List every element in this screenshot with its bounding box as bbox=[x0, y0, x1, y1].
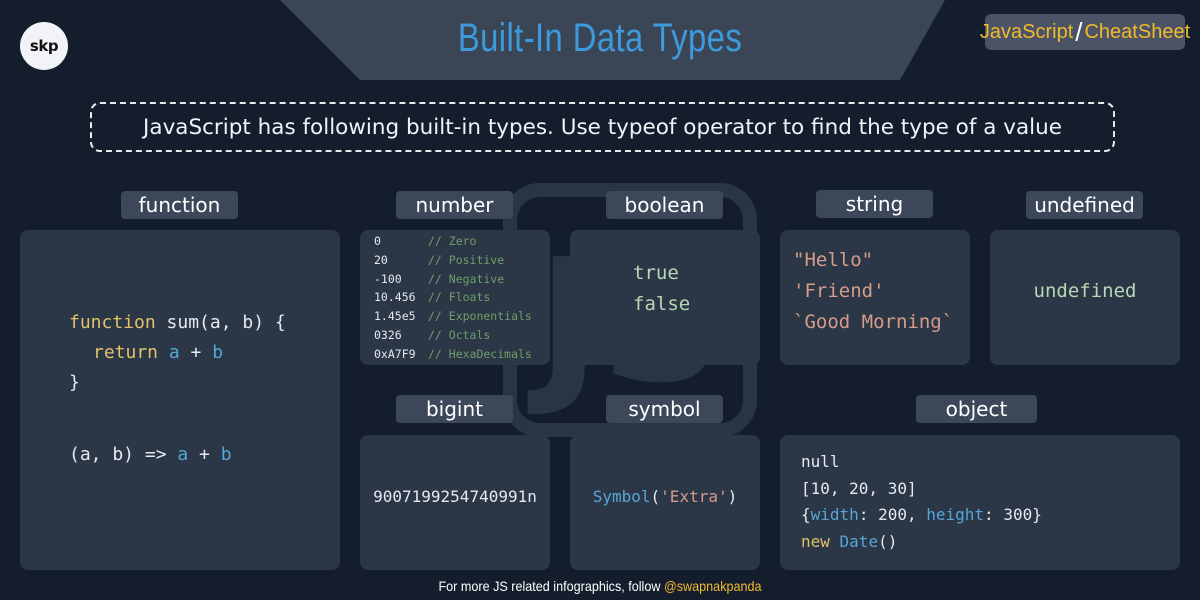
string-double-quote: "Hello" bbox=[793, 249, 874, 271]
object-array: [10, 20, 30] bbox=[801, 478, 917, 498]
badge-separator: / bbox=[1075, 16, 1083, 47]
arrow-var-b: b bbox=[220, 444, 232, 465]
symbol-card: Symbol('Extra') bbox=[570, 435, 760, 570]
date-fn: Date bbox=[829, 531, 879, 551]
number-comment: // Positive bbox=[428, 252, 505, 267]
date-call: () bbox=[878, 531, 898, 551]
number-list: 0 // Zero 20 // Positive -100 // Negative 10.4… bbox=[374, 232, 532, 364]
undefined-card: undefined bbox=[990, 230, 1180, 365]
number-comment: // Exponentials bbox=[428, 309, 532, 324]
number-comment: // Floats bbox=[428, 290, 491, 305]
number-row: 1.45e5 // Exponentials bbox=[374, 307, 532, 326]
number-value: 1.45e5 bbox=[374, 309, 416, 324]
undefined-value: undefined bbox=[1033, 280, 1137, 302]
string-card: "Hello" 'Friend' `Good Morning` bbox=[780, 230, 970, 365]
number-card: 0 // Zero 20 // Positive -100 // Negative 10.4… bbox=[360, 230, 550, 365]
label-function: function bbox=[121, 191, 238, 219]
page-title: Built-In Data Types bbox=[457, 16, 743, 60]
function-card: function sum(a, b) { return a + b } (a, … bbox=[20, 230, 340, 570]
arrow-args: (a, b) => bbox=[69, 444, 178, 465]
number-row: 10.456 // Floats bbox=[374, 288, 532, 307]
number-value: 0 bbox=[374, 234, 381, 248]
symbol-close: ) bbox=[727, 487, 738, 506]
bigint-card: 9007199254740991n bbox=[360, 435, 550, 570]
cheatsheet-badge: JavaScript / CheatSheet bbox=[980, 14, 1190, 50]
number-value: 20 bbox=[374, 252, 388, 267]
logo: skp bbox=[20, 22, 68, 70]
number-comment: // HexaDecimals bbox=[428, 346, 532, 361]
boolean-true: true bbox=[633, 262, 679, 284]
arrow-var-a: a bbox=[177, 444, 189, 465]
label-symbol: symbol bbox=[606, 395, 723, 423]
number-value: 0xA7F9 bbox=[374, 346, 416, 361]
object-val-height: : 300} bbox=[984, 505, 1042, 524]
intro-text: JavaScript has following built-in types.… bbox=[90, 102, 1115, 152]
footer-handle-link[interactable]: @swapnakpanda bbox=[664, 578, 762, 594]
object-null: null bbox=[801, 452, 840, 471]
badge-javascript: JavaScript bbox=[979, 20, 1074, 43]
number-row: 0xA7F9 // HexaDecimals bbox=[374, 345, 532, 364]
object-card: null [10, 20, 30] {width: 200, height: 3… bbox=[780, 435, 1180, 570]
symbol-open: ( bbox=[650, 487, 661, 506]
symbol-fn: Symbol bbox=[592, 487, 651, 506]
number-row: 0 // Zero bbox=[374, 232, 532, 251]
badge-cheatsheet: CheatSheet bbox=[1084, 20, 1191, 43]
label-number: number bbox=[396, 191, 513, 219]
number-comment: // Zero bbox=[428, 234, 477, 248]
object-literal: {width: 200, height: 300} bbox=[801, 502, 1042, 529]
object-open-brace: { bbox=[801, 505, 811, 524]
var-a: a bbox=[168, 342, 180, 363]
op-plus: + bbox=[179, 342, 213, 363]
footer: For more JS related infographics, follow… bbox=[60, 578, 1140, 600]
arrow-op-plus: + bbox=[188, 444, 221, 465]
function-line-2: return a + b bbox=[69, 338, 286, 368]
boolean-false: false bbox=[633, 293, 691, 315]
string-template: `Good Morning` bbox=[793, 311, 954, 333]
object-date: new Date() bbox=[801, 529, 1042, 556]
kw-return: return bbox=[93, 342, 159, 363]
number-row: 0326 // Octals bbox=[374, 326, 532, 345]
symbol-arg: 'Extra' bbox=[660, 487, 728, 506]
function-line-3: } bbox=[69, 372, 80, 393]
number-value: 0326 bbox=[374, 327, 402, 342]
boolean-card: true false bbox=[570, 230, 760, 365]
function-line-1: function sum(a, b) { bbox=[69, 308, 286, 338]
number-value: 10.456 bbox=[374, 290, 416, 305]
number-row: -100 // Negative bbox=[374, 270, 532, 289]
arrow-function-line: (a, b) => a + b bbox=[69, 440, 286, 470]
label-string: string bbox=[816, 190, 933, 218]
number-row: 20 // Positive bbox=[374, 251, 532, 270]
function-signature: sum(a, b) { bbox=[155, 312, 286, 333]
kw-function: function bbox=[69, 312, 156, 333]
object-key-height: height bbox=[926, 505, 985, 524]
number-comment: // Octals bbox=[428, 327, 491, 342]
label-undefined: undefined bbox=[1026, 191, 1143, 219]
label-boolean: boolean bbox=[606, 191, 723, 219]
label-bigint: bigint bbox=[396, 395, 513, 423]
number-value: -100 bbox=[374, 271, 402, 286]
footer-text: For more JS related infographics, follow bbox=[438, 578, 664, 594]
string-single-quote: 'Friend' bbox=[793, 280, 885, 302]
number-comment: // Negative bbox=[428, 271, 505, 286]
var-b: b bbox=[212, 342, 224, 363]
object-key-width: width bbox=[810, 505, 859, 524]
bigint-value: 9007199254740991n bbox=[373, 487, 537, 506]
object-val-width: : 200, bbox=[858, 505, 927, 524]
kw-new: new bbox=[801, 531, 830, 551]
label-object: object bbox=[916, 395, 1037, 423]
